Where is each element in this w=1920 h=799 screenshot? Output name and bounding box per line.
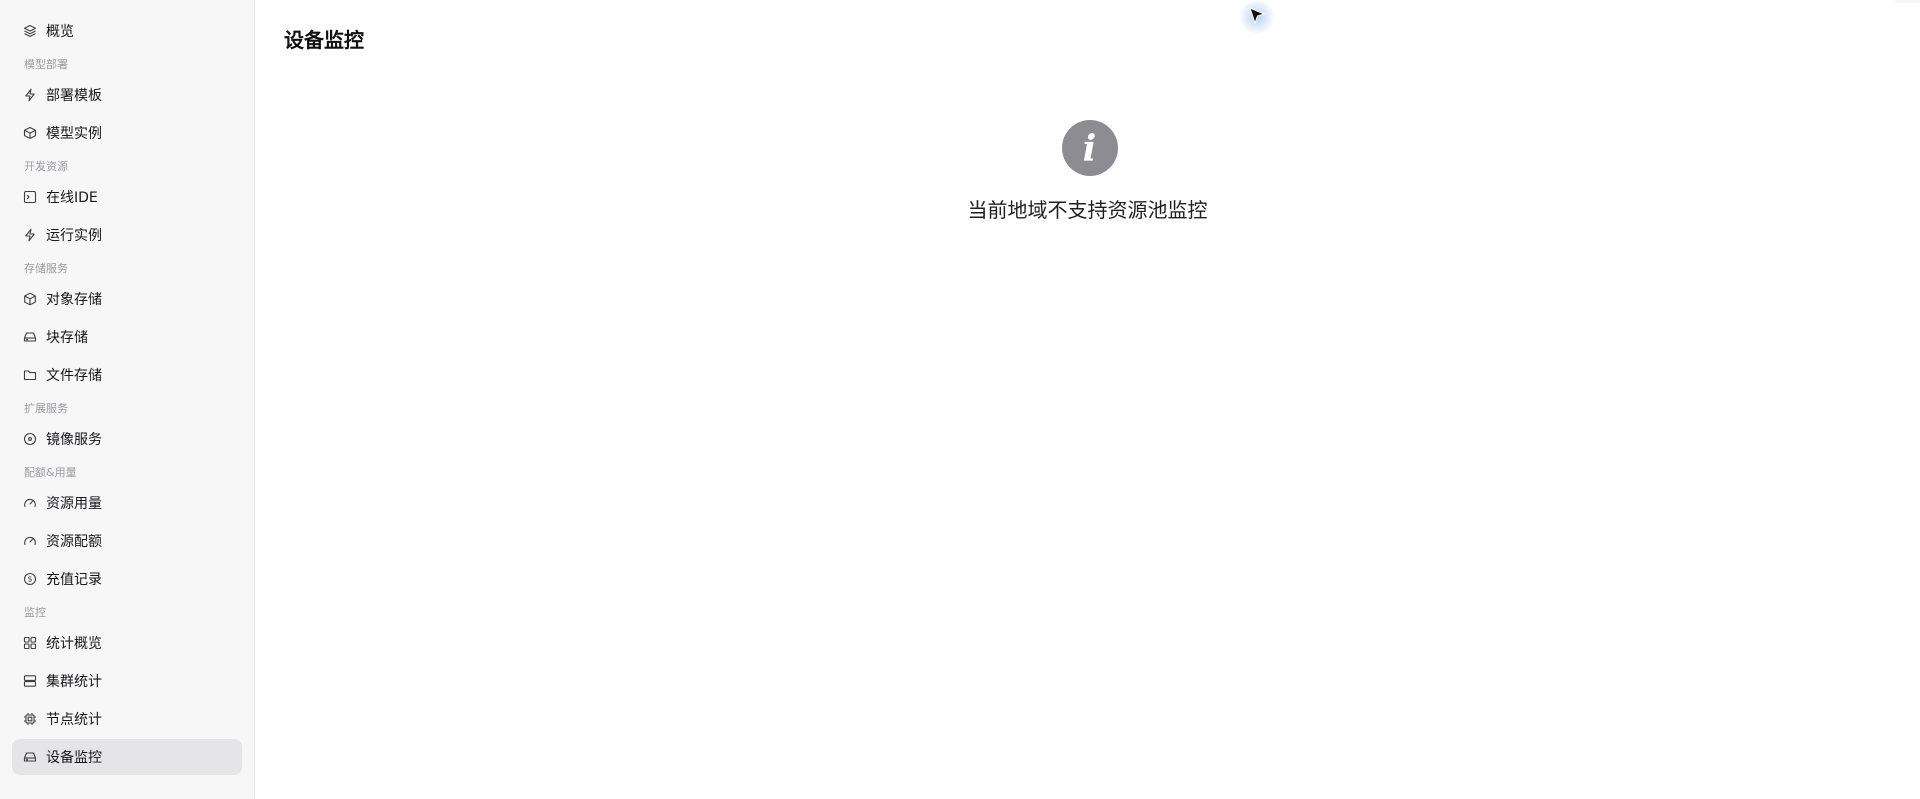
sidebar-item[interactable]: 镜像服务 (12, 421, 242, 457)
grid-icon (23, 636, 37, 650)
sidebar-item-label: 对象存储 (46, 292, 102, 308)
sidebar-item-label: 镜像服务 (46, 432, 102, 448)
page-title: 设备监控 (284, 28, 364, 52)
sidebar-section-label: 配额&用量 (24, 466, 77, 479)
sidebar-item[interactable]: 模型实例 (12, 115, 242, 151)
sidebar-item-label: 集群统计 (46, 674, 102, 690)
drive-icon (23, 330, 37, 344)
disc-icon (23, 432, 37, 446)
sidebar-item-label: 统计概览 (46, 636, 102, 652)
sidebar-item[interactable]: 集群统计 (12, 663, 242, 699)
sidebar-item[interactable]: 运行实例 (12, 217, 242, 253)
sidebar-item-label: 运行实例 (46, 228, 102, 244)
server-icon (23, 674, 37, 688)
sidebar-item[interactable]: 资源配额 (12, 523, 242, 559)
sidebar-item[interactable]: 在线IDE (12, 179, 242, 215)
sidebar-section-label: 存储服务 (24, 262, 68, 275)
dollar-circle-icon: $ (23, 572, 37, 586)
empty-state-message: 当前地域不支持资源池监控 (967, 198, 1208, 222)
sidebar-item-label: 设备监控 (46, 750, 102, 766)
sidebar-section-label: 开发资源 (24, 160, 68, 173)
drive-icon (23, 750, 37, 764)
folder-icon (23, 368, 37, 382)
sidebar-item-label: 充值记录 (46, 572, 102, 588)
sidebar-item[interactable]: 对象存储 (12, 281, 242, 317)
sidebar-item[interactable]: 文件存储 (12, 357, 242, 393)
sidebar-item[interactable]: 资源用量 (12, 485, 242, 521)
sidebar-item[interactable]: 部署模板 (12, 77, 242, 113)
bolt-icon (23, 228, 37, 242)
mouse-cursor-icon (1249, 7, 1266, 25)
bolt-icon (23, 88, 37, 102)
sidebar: 概览模型部署部署模板模型实例开发资源在线IDE 运行实例存储服务对象存储块存储文件… (0, 0, 255, 799)
sidebar-item-label: 资源用量 (46, 496, 102, 512)
gauge-icon (23, 496, 37, 510)
sidebar-item-label: 在线IDE (46, 190, 98, 206)
sidebar-item[interactable]: 设备监控 (12, 739, 242, 775)
sidebar-item[interactable]: 概览 (12, 13, 242, 49)
layers-icon (23, 24, 37, 38)
sidebar-item-label: 模型实例 (46, 126, 102, 142)
info-glyph: i (1082, 128, 1097, 170)
svg-text:$: $ (28, 575, 33, 584)
terminal-icon (23, 190, 37, 204)
sidebar-item-label: 资源配额 (46, 534, 102, 550)
chip-icon (23, 712, 37, 726)
cube-icon (23, 292, 37, 306)
sidebar-item[interactable]: 节点统计 (12, 701, 242, 737)
sidebar-item[interactable]: 块存储 (12, 319, 242, 355)
sidebar-item[interactable]: $ 充值记录 (12, 561, 242, 597)
sidebar-item-label: 节点统计 (46, 712, 102, 728)
sidebar-item-label: 部署模板 (46, 88, 102, 104)
sidebar-section-label: 模型部署 (24, 58, 68, 71)
stack-icon (23, 126, 37, 140)
sidebar-item-label: 块存储 (46, 330, 88, 346)
sidebar-section-label: 扩展服务 (24, 402, 68, 415)
app-window: 概览模型部署部署模板模型实例开发资源在线IDE 运行实例存储服务对象存储块存储文件… (0, 0, 1920, 799)
info-icon: i (1061, 120, 1118, 176)
sidebar-item-label: 概览 (46, 24, 74, 40)
empty-state: i 当前地域不支持资源池监控 (255, 120, 1920, 223)
main-content: 设备监控 i 当前地域不支持资源池监控 (255, 0, 1920, 799)
gauge-icon (23, 534, 37, 548)
sidebar-item-label: 文件存储 (46, 368, 102, 384)
sidebar-item[interactable]: 统计概览 (12, 625, 242, 661)
sidebar-section-label: 监控 (24, 606, 46, 619)
top-edge-shadow (1895, 0, 1920, 3)
